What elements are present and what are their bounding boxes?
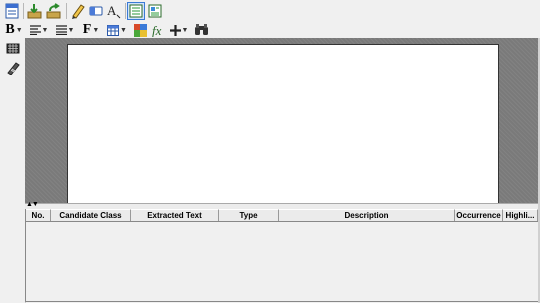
list-icon	[55, 25, 67, 35]
split-view-icon[interactable]	[127, 2, 145, 20]
font-icon: F	[82, 22, 92, 37]
layout-view-icon[interactable]	[146, 2, 164, 20]
main-toolbar: A	[0, 0, 540, 22]
column-header-no[interactable]: No.	[26, 209, 51, 221]
text-format-icon[interactable]: A	[105, 2, 123, 20]
font-dropdown[interactable]: F ▼	[80, 22, 102, 38]
bold-dropdown[interactable]: B ▼	[3, 22, 25, 38]
page-setup-icon[interactable]	[3, 2, 21, 20]
results-grid[interactable]: No. Candidate Class Extracted Text Type …	[25, 209, 540, 302]
splitter-arrows[interactable]: ▲▼	[26, 201, 39, 208]
table-dropdown[interactable]: ▼	[106, 22, 128, 38]
color-icon[interactable]	[132, 22, 148, 38]
left-tool-panel	[0, 38, 26, 303]
export-icon[interactable]	[45, 2, 63, 20]
import-icon[interactable]	[26, 2, 44, 20]
document-page[interactable]	[67, 44, 499, 204]
column-header-candidate-class[interactable]: Candidate Class	[51, 209, 131, 221]
column-header-highlight[interactable]: Highli...	[503, 209, 538, 221]
find-icon[interactable]	[193, 22, 209, 38]
document-canvas[interactable]	[25, 38, 540, 204]
format-toolbar: B ▼ ▼ ▼ F ▼ ▼ fx ▼	[0, 22, 540, 38]
svg-text:fx: fx	[152, 23, 162, 37]
insert-dropdown[interactable]: ▼	[168, 22, 190, 38]
column-header-type[interactable]: Type	[219, 209, 279, 221]
formula-icon[interactable]: fx	[150, 22, 166, 38]
grid-tool-icon[interactable]	[5, 41, 21, 55]
grid-header: No. Candidate Class Extracted Text Type …	[26, 209, 539, 222]
pen-icon[interactable]	[69, 2, 87, 20]
eraser-icon[interactable]	[87, 2, 105, 20]
bold-icon: B	[5, 22, 15, 37]
draw-tool-icon[interactable]	[5, 60, 21, 76]
align-dropdown[interactable]: ▼	[28, 22, 50, 38]
align-icon	[29, 25, 41, 35]
table-icon	[107, 24, 120, 36]
list-dropdown[interactable]: ▼	[54, 22, 76, 38]
insert-icon	[169, 24, 181, 36]
svg-text:A: A	[107, 3, 117, 18]
column-header-extracted-text[interactable]: Extracted Text	[131, 209, 219, 221]
column-header-description[interactable]: Description	[279, 209, 455, 221]
column-header-occurrence[interactable]: Occurrence	[455, 209, 503, 221]
